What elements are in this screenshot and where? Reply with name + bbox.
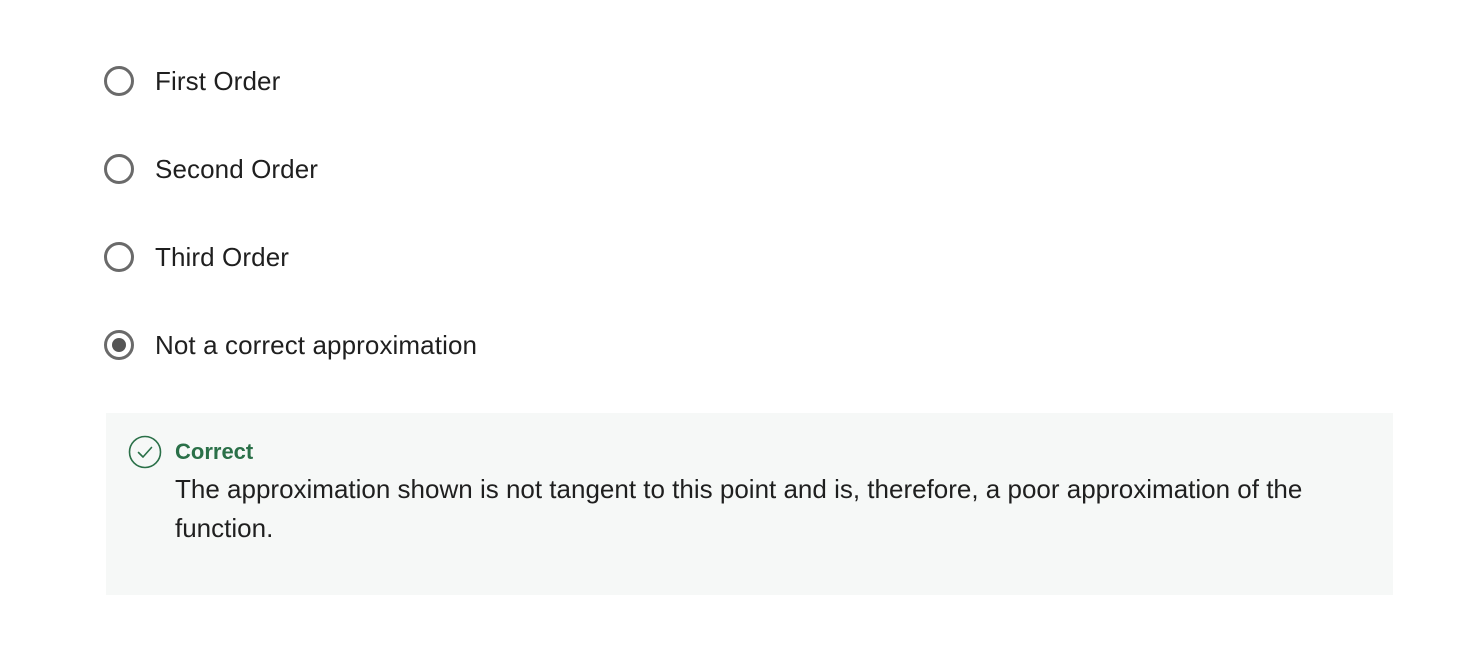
feedback-panel: Correct The approximation shown is not t…: [106, 413, 1393, 595]
option-label: First Order: [155, 66, 281, 96]
option-second-order[interactable]: Second Order: [104, 150, 804, 188]
feedback-status: Correct: [175, 439, 254, 464]
option-first-order[interactable]: First Order: [104, 62, 804, 100]
option-label: Second Order: [155, 154, 319, 184]
radio-button[interactable]: [104, 242, 134, 272]
radio-button[interactable]: [104, 66, 134, 96]
radio-button-selected[interactable]: [104, 330, 134, 360]
option-label: Not a correct approximation: [155, 330, 478, 360]
option-label: Third Order: [155, 242, 290, 272]
option-not-a-correct-approximation[interactable]: Not a correct approximation: [104, 326, 804, 364]
answer-options: First Order Second Order Third Order Not…: [104, 62, 804, 364]
option-third-order[interactable]: Third Order: [104, 238, 804, 276]
check-circle-icon: [128, 435, 162, 469]
radio-button[interactable]: [104, 154, 134, 184]
feedback-message: The approximation shown is not tangent t…: [175, 474, 1303, 543]
